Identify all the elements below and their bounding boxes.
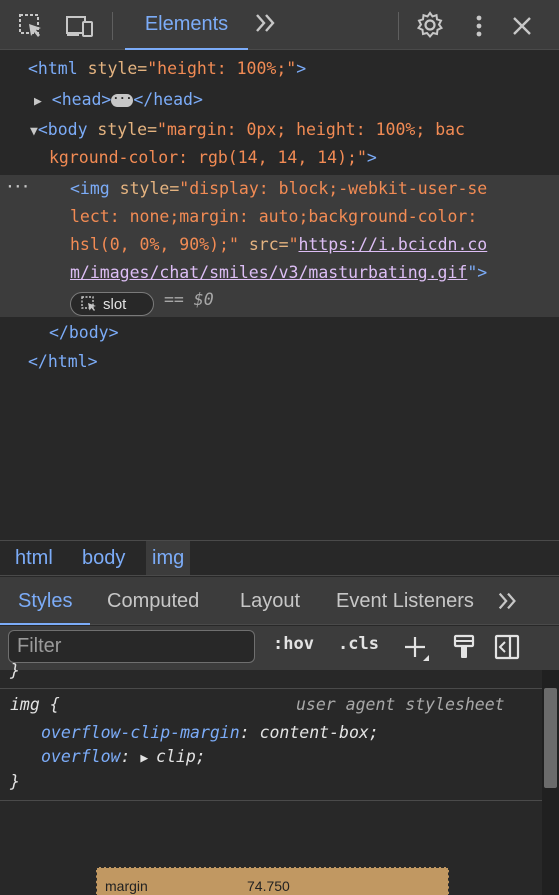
collapsed-ellipsis-badge[interactable]: ··· (111, 93, 134, 107)
img-src-link-cont[interactable]: m/images/chat/smiles/v3/masturbating.gif (70, 263, 467, 282)
slot-inspect-icon (81, 296, 96, 311)
hov-button[interactable]: :hov (273, 634, 314, 654)
img-src-link[interactable]: https://i.bcicdn.co (299, 235, 488, 254)
rule-property[interactable]: overflow-clip-margin: content-box; (41, 720, 379, 746)
toolbar-separator-2 (398, 12, 399, 40)
more-tabs-chevron-icon[interactable] (253, 10, 279, 43)
selected-node-marker: == $0 (164, 290, 214, 309)
slot-badge[interactable]: slot (70, 292, 154, 316)
html-close-node[interactable]: </html> (28, 349, 98, 375)
tab-elements[interactable]: Elements (125, 0, 248, 50)
device-toolbar-icon[interactable] (64, 12, 96, 40)
tab-styles[interactable]: Styles (0, 577, 91, 625)
dom-tree: <html style="height: 100%;"> ▶ <head>···… (0, 51, 559, 534)
breadcrumb-html[interactable]: html (9, 541, 59, 575)
inspect-element-icon[interactable] (16, 12, 46, 40)
box-model-margin: margin 74.750 (96, 867, 449, 895)
rule-separator (0, 800, 542, 801)
devtools-toolbar: Elements (0, 0, 559, 50)
rule-close-brace: } (10, 772, 20, 791)
cls-button[interactable]: .cls (338, 634, 379, 654)
head-node[interactable]: ▶ <head>···</head> (34, 87, 203, 115)
body-open-node[interactable]: ▼<body style="margin: 0px; height: 100%;… (30, 117, 465, 145)
expand-triangle-icon[interactable]: ▶ (34, 94, 42, 109)
toolbar-separator (112, 12, 113, 40)
styles-pane-tabs: Styles Computed Layout Event Listeners (0, 577, 559, 625)
box-model-margin-value[interactable]: 74.750 (247, 878, 290, 894)
tab-event-listeners[interactable]: Event Listeners (336, 577, 474, 625)
html-open-node[interactable]: <html style="height: 100%;"> (28, 56, 306, 82)
rule-separator (0, 688, 542, 689)
expand-triangle-icon[interactable]: ▶ (140, 751, 156, 766)
styles-scrollbar[interactable] (542, 670, 559, 895)
img-node-cont-2: hsl(0, 0%, 90%);" src="https://i.bcicdn.… (70, 235, 488, 254)
more-styles-tabs-icon[interactable] (496, 589, 520, 615)
paint-brush-icon[interactable] (452, 633, 476, 665)
img-node-cont-1: lect: none;margin: auto;background-color… (70, 207, 478, 226)
styles-rules-list: } img { user agent stylesheet overflow-c… (0, 661, 542, 895)
scrollbar-thumb[interactable] (544, 688, 557, 788)
row-ellipsis-icon[interactable]: ··· (6, 175, 29, 201)
collapse-triangle-icon[interactable]: ▼ (30, 124, 38, 139)
rule-source: user agent stylesheet (296, 695, 505, 714)
img-node-cont-3: m/images/chat/smiles/v3/masturbating.gif… (70, 263, 488, 282)
breadcrumb: html body img (0, 540, 559, 576)
tab-computed[interactable]: Computed (107, 577, 199, 625)
rule-selector[interactable]: img { (10, 692, 60, 718)
new-style-rule-icon[interactable] (403, 635, 431, 667)
more-vertical-icon[interactable] (468, 12, 490, 40)
settings-gear-icon[interactable] (414, 10, 446, 40)
close-icon[interactable] (508, 12, 536, 40)
styles-filter-bar: Filter :hov .cls (0, 626, 559, 670)
prev-rule-brace: } (10, 661, 20, 680)
box-model-margin-label: margin (105, 878, 148, 894)
body-open-node-cont: kground-color: rgb(14, 14, 14);"> (49, 148, 377, 167)
tab-layout[interactable]: Layout (240, 577, 300, 625)
filter-input[interactable]: Filter (8, 630, 255, 663)
breadcrumb-img[interactable]: img (146, 541, 191, 575)
toggle-sidebar-icon[interactable] (494, 633, 520, 665)
slot-label: slot (103, 295, 127, 313)
rule-property[interactable]: overflow: ▶ clip; (41, 744, 206, 772)
body-close-node[interactable]: </body> (49, 320, 119, 346)
img-node[interactable]: <img style="display: block;-webkit-user-… (70, 176, 487, 202)
breadcrumb-body[interactable]: body (76, 541, 131, 575)
